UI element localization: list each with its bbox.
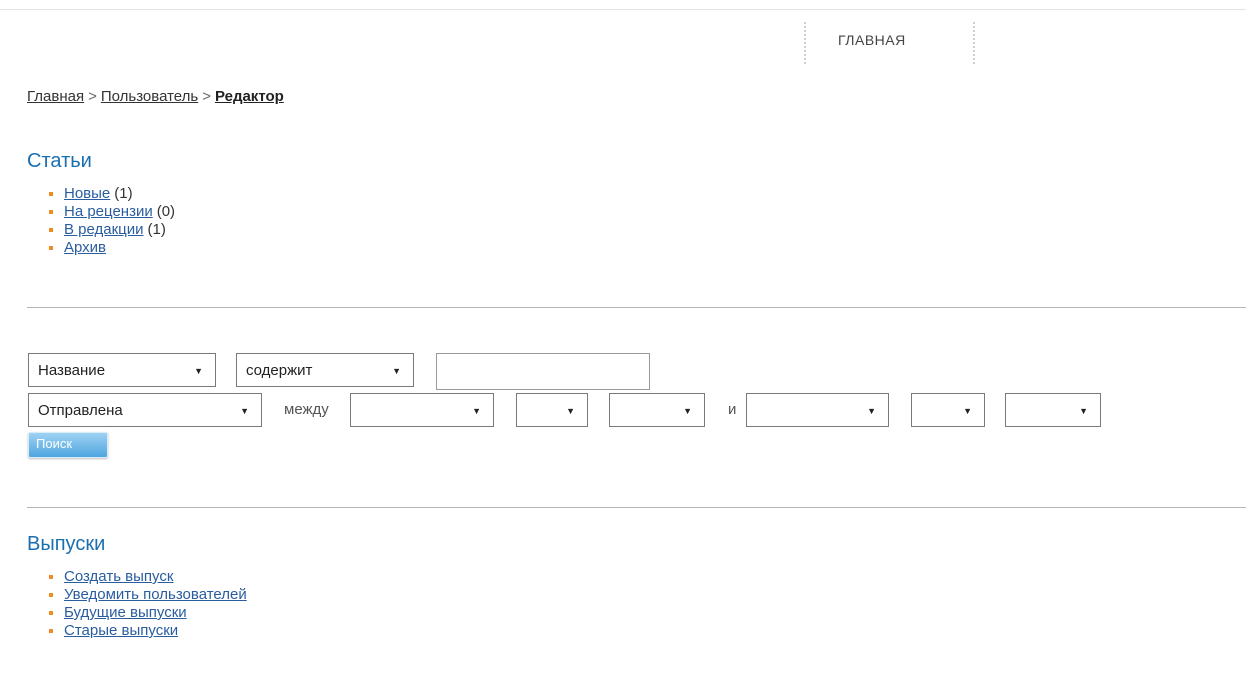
- issues-list: Создать выпуск Уведомить пользователей Б…: [49, 568, 247, 640]
- search-button[interactable]: Поиск: [28, 432, 108, 458]
- item-count: (1): [114, 185, 133, 202]
- nav-home-link[interactable]: ГЛАВНАЯ: [838, 32, 906, 48]
- date-to-day-select[interactable]: ▼: [911, 393, 985, 427]
- date-field-value: Отправлена: [38, 402, 123, 419]
- search-operator-select[interactable]: содержит ▼: [236, 353, 414, 387]
- breadcrumb-separator: >: [88, 88, 97, 105]
- date-from-year-select[interactable]: ▼: [609, 393, 705, 427]
- create-issue-link[interactable]: Создать выпуск: [64, 568, 173, 585]
- list-item: Создать выпуск: [49, 568, 247, 586]
- bullet-icon: [49, 228, 53, 232]
- item-count: (0): [156, 203, 176, 220]
- list-item: Архив: [49, 239, 175, 257]
- articles-heading: Статьи: [27, 150, 92, 172]
- list-item: Старые выпуски: [49, 622, 247, 640]
- breadcrumb: Главная > Пользователь > Редактор: [27, 88, 284, 105]
- bullet-icon: [49, 210, 53, 214]
- dropdown-arrow-icon: ▼: [867, 406, 876, 416]
- dropdown-arrow-icon: ▼: [963, 406, 972, 416]
- between-label: между: [284, 401, 329, 418]
- dropdown-arrow-icon: ▼: [566, 406, 575, 416]
- bullet-icon: [49, 611, 53, 615]
- articles-list: Новые (1) На рецензии (0) В редакции (1) Ар…: [49, 185, 176, 257]
- list-item: Уведомить пользователей: [49, 586, 247, 604]
- list-item: На рецензии (0): [49, 203, 176, 221]
- dropdown-arrow-icon: ▼: [472, 406, 481, 416]
- bullet-icon: [49, 246, 53, 250]
- articles-archive-link[interactable]: Архив: [64, 239, 106, 256]
- section-divider: [27, 307, 1246, 308]
- breadcrumb-user-link[interactable]: Пользователь: [101, 88, 198, 105]
- notify-users-link[interactable]: Уведомить пользователей: [64, 586, 247, 603]
- dropdown-arrow-icon: ▼: [194, 366, 203, 376]
- date-from-day-select[interactable]: ▼: [516, 393, 588, 427]
- date-to-year-select[interactable]: ▼: [1005, 393, 1101, 427]
- and-label: и: [728, 401, 737, 418]
- future-issues-link[interactable]: Будущие выпуски: [64, 604, 187, 621]
- search-operator-value: содержит: [246, 362, 313, 379]
- bullet-icon: [49, 593, 53, 597]
- top-divider: [0, 9, 1246, 10]
- list-item: Будущие выпуски: [49, 604, 247, 622]
- dropdown-arrow-icon: ▼: [240, 406, 249, 416]
- list-item: В редакции (1): [49, 221, 175, 239]
- search-query-input[interactable]: [436, 353, 650, 390]
- dropdown-arrow-icon: ▼: [683, 406, 692, 416]
- dropdown-arrow-icon: ▼: [1079, 406, 1088, 416]
- search-field-select[interactable]: Название ▼: [28, 353, 216, 387]
- list-item: Новые (1): [49, 185, 175, 203]
- articles-review-link[interactable]: На рецензии: [64, 203, 153, 220]
- search-field-value: Название: [38, 362, 106, 379]
- nav-separator: [804, 22, 806, 64]
- bullet-icon: [49, 629, 53, 633]
- dropdown-arrow-icon: ▼: [392, 366, 401, 376]
- bullet-icon: [49, 575, 53, 579]
- articles-editing-link[interactable]: В редакции: [64, 221, 144, 238]
- breadcrumb-home-link[interactable]: Главная: [27, 88, 84, 105]
- breadcrumb-current: Редактор: [214, 88, 284, 105]
- section-divider: [27, 507, 1246, 508]
- breadcrumb-separator: >: [202, 88, 211, 105]
- item-count: (1): [147, 221, 166, 238]
- issues-heading: Выпуски: [27, 533, 106, 555]
- articles-new-link[interactable]: Новые: [64, 185, 110, 202]
- date-to-month-select[interactable]: ▼: [746, 393, 889, 427]
- date-from-month-select[interactable]: ▼: [350, 393, 494, 427]
- nav-separator: [973, 22, 975, 64]
- date-field-select[interactable]: Отправлена ▼: [28, 393, 262, 427]
- bullet-icon: [49, 192, 53, 196]
- back-issues-link[interactable]: Старые выпуски: [64, 622, 178, 639]
